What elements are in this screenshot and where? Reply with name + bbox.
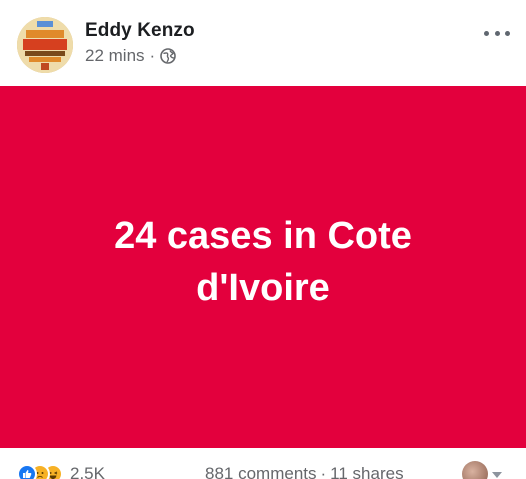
more-dot	[484, 30, 489, 36]
caret-down-icon[interactable]	[492, 472, 502, 478]
post-meta: 22 mins ·	[85, 46, 177, 66]
shares-count[interactable]: 11 shares	[330, 464, 403, 479]
reaction-count: 2.5K	[70, 464, 105, 479]
post-footer: 2.5K 881 comments · 11 shares	[0, 458, 526, 479]
more-dot	[505, 30, 510, 36]
more-dot	[494, 30, 500, 36]
reactions-summary[interactable]: 2.5K	[17, 464, 105, 479]
stats-separator: ·	[320, 464, 327, 479]
more-options-button[interactable]	[484, 25, 510, 41]
comments-count[interactable]: 881 comments	[205, 464, 317, 479]
like-icon	[17, 464, 37, 479]
post-header: Eddy Kenzo 22 mins ·	[0, 0, 526, 86]
author-avatar[interactable]	[17, 17, 73, 73]
festival-logo-icon	[17, 17, 73, 73]
post-stats: 881 comments · 11 shares	[205, 464, 404, 479]
post-time[interactable]: 22 mins	[85, 46, 145, 66]
post-text: 24 cases in Cote d'Ivoire	[114, 215, 412, 309]
facebook-post: Eddy Kenzo 22 mins · 24 cases in Cote d'…	[0, 0, 526, 479]
viewer-avatar[interactable]	[462, 461, 488, 479]
globe-icon[interactable]	[160, 48, 177, 64]
author-name[interactable]: Eddy Kenzo	[85, 20, 195, 42]
meta-separator: ·	[149, 46, 156, 65]
post-text-card[interactable]: 24 cases in Cote d'Ivoire	[0, 86, 526, 448]
